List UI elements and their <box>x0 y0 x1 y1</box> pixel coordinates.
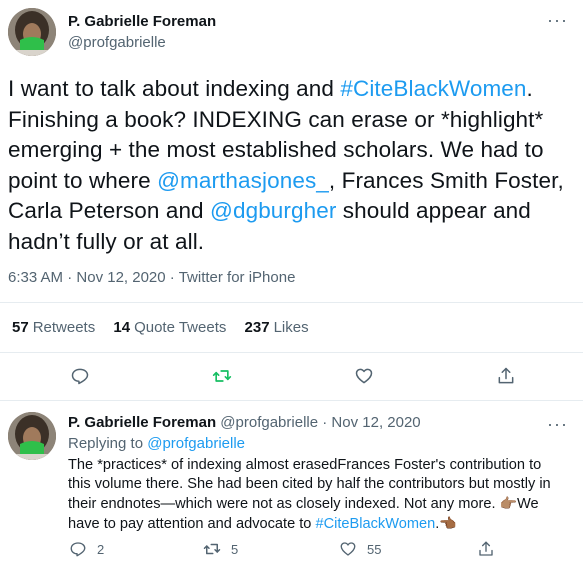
likes-label: Likes <box>273 319 309 336</box>
more-icon[interactable]: ··· <box>547 415 568 433</box>
reply-author-name[interactable]: P. Gabrielle Foreman <box>68 414 216 431</box>
reply-date[interactable]: Nov 12, 2020 <box>331 414 420 431</box>
tweet-source[interactable]: Twitter for iPhone <box>179 269 296 286</box>
pointing-left-emoji: 👈🏾 <box>439 515 457 531</box>
separator: · <box>322 414 328 431</box>
quotes-stat[interactable]: 14 Quote Tweets <box>113 319 226 336</box>
hashtag-link[interactable]: #CiteBlackWomen <box>340 76 526 101</box>
likes-count: 237 <box>244 319 270 336</box>
reply-icon <box>71 368 89 385</box>
share-icon <box>498 367 514 384</box>
avatar[interactable] <box>8 8 56 56</box>
quotes-count: 14 <box>113 319 131 336</box>
reply-button[interactable] <box>70 366 90 386</box>
like-button[interactable] <box>354 366 374 386</box>
replying-to-handle[interactable]: @profgabrielle <box>147 435 245 452</box>
tweet-text-part: I want to talk about indexing and <box>8 76 341 101</box>
share-button[interactable] <box>496 366 516 386</box>
tweet-date[interactable]: Nov 12, 2020 <box>76 269 165 286</box>
like-icon <box>340 542 356 556</box>
author-handle[interactable]: @profgabrielle <box>68 34 166 51</box>
like-icon <box>355 368 373 384</box>
like-count: 55 <box>367 541 382 557</box>
reply-icon <box>70 542 86 557</box>
share-icon <box>479 541 493 556</box>
divider <box>0 400 583 401</box>
tweet-text: I want to talk about indexing and #CiteB… <box>8 74 576 257</box>
mention-link[interactable]: @dgburgher <box>210 198 336 223</box>
quotes-label: Quote Tweets <box>134 319 227 336</box>
reply-text: The *practices* of indexing almost erase… <box>68 456 568 534</box>
reply-header: P. Gabrielle Foreman @profgabrielle · No… <box>68 414 421 431</box>
separator: · <box>67 269 73 286</box>
avatar-image <box>8 412 56 460</box>
mention-link[interactable]: @marthasjones_ <box>157 168 329 193</box>
like-button[interactable]: 55 <box>339 540 381 558</box>
retweets-label: Retweets <box>32 319 96 336</box>
avatar[interactable] <box>8 412 56 460</box>
replying-to: Replying to @profgabrielle <box>68 435 245 452</box>
reply-count: 2 <box>97 541 105 557</box>
avatar-image <box>8 8 56 56</box>
retweet-count: 5 <box>231 541 239 557</box>
tweet-meta: 6:33 AM · Nov 12, 2020 · Twitter for iPh… <box>8 269 295 286</box>
reply-text-part: The *practices* of indexing almost erase… <box>68 457 551 512</box>
tweet-stats: 57 Retweets 14 Quote Tweets 237 Likes <box>12 319 323 336</box>
divider <box>0 352 583 353</box>
retweet-button[interactable]: 5 <box>203 540 238 558</box>
likes-stat[interactable]: 237 Likes <box>245 319 309 336</box>
more-icon[interactable]: ··· <box>547 11 568 29</box>
divider <box>0 302 583 303</box>
retweets-stat[interactable]: 57 Retweets <box>12 319 95 336</box>
retweet-icon <box>203 543 221 555</box>
tweet-time[interactable]: 6:33 AM <box>8 269 63 286</box>
retweets-count: 57 <box>12 319 29 336</box>
pointing-right-emoji: 👉🏽 <box>499 495 517 511</box>
retweet-icon <box>212 370 232 382</box>
reply-author-handle[interactable]: @profgabrielle <box>220 414 318 431</box>
separator: · <box>169 269 175 286</box>
reply-button[interactable]: 2 <box>69 540 104 558</box>
hashtag-link[interactable]: #CiteBlackWomen <box>315 516 435 532</box>
replying-to-prefix: Replying to <box>68 435 148 452</box>
author-name[interactable]: P. Gabrielle Foreman <box>68 13 216 30</box>
retweet-button[interactable] <box>212 366 232 386</box>
share-button[interactable] <box>477 540 495 558</box>
